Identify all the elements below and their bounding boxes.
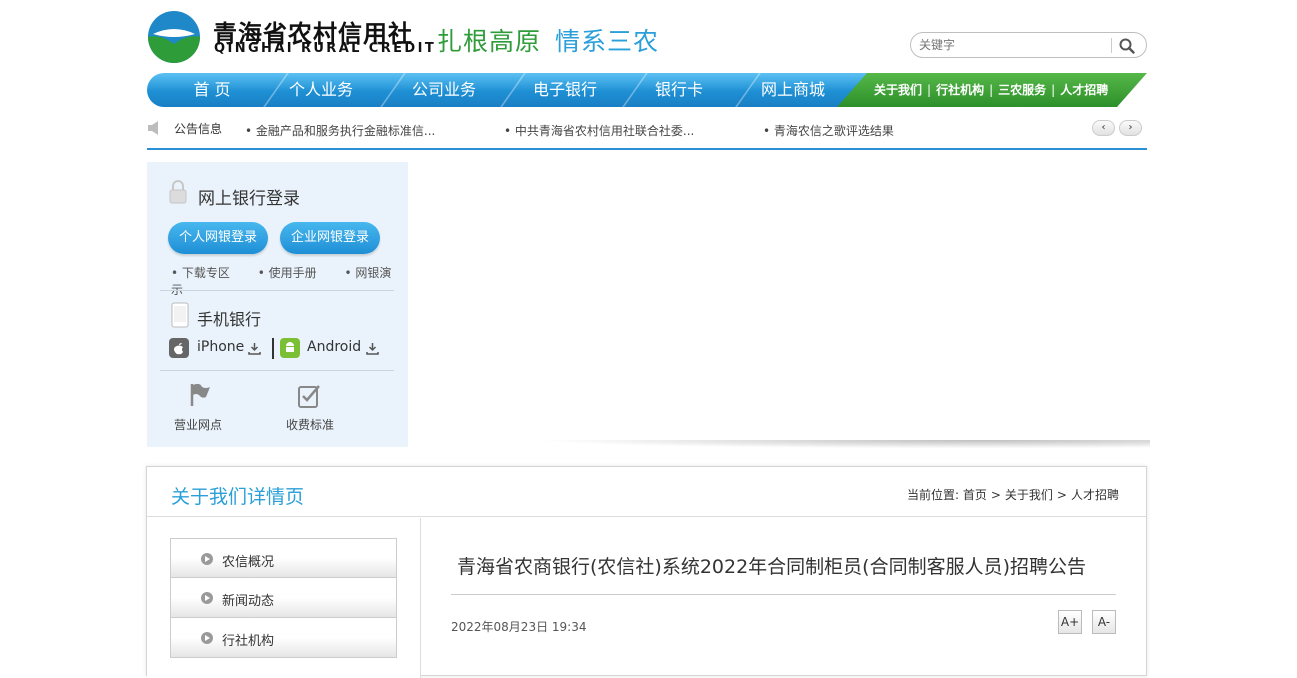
breadcrumb-separator: >	[990, 488, 1001, 502]
notice-item[interactable]: • 金融产品和服务执行金融标准信...	[245, 122, 435, 139]
manual-link-label[interactable]: 使用手册	[269, 266, 317, 280]
notice-bar: 公告信息 • 金融产品和服务执行金融标准信... • 中共青海省农村信用社联合社…	[147, 112, 1147, 150]
panel-divider	[160, 370, 394, 371]
main-nav: 首 页 个人业务 公司业务 电子银行 银行卡 网上商城 关于我们 | 行社机构 | 三农…	[147, 73, 1147, 107]
nav-item-home[interactable]: 首 页	[167, 73, 257, 107]
fees-label[interactable]: 收费标准	[275, 416, 345, 433]
side-item-news[interactable]: 新闻动态	[170, 578, 397, 618]
search-input[interactable]	[919, 36, 1109, 54]
personal-ebank-login-button[interactable]: 个人网银登录	[168, 222, 268, 254]
breadcrumb-separator: >	[1056, 488, 1067, 502]
nav-item-mall[interactable]: 网上商城	[749, 73, 837, 107]
android-label[interactable]: Android	[307, 339, 361, 355]
detail-title: 关于我们详情页	[171, 486, 305, 508]
nav-item-ebank[interactable]: 电子银行	[521, 73, 609, 107]
breadcrumb-about[interactable]: 关于我们	[1005, 488, 1053, 502]
corporate-ebank-login-button[interactable]: 企业网银登录	[280, 222, 380, 254]
nav-separator: |	[989, 83, 994, 97]
nav-link-branches[interactable]: 行社机构	[936, 83, 984, 97]
iphone-label[interactable]: iPhone	[197, 339, 244, 355]
header: 青海省农村信用社 QINGHAI RURAL CREDIT 扎根高原 情系三农	[147, 0, 1147, 70]
lock-icon	[169, 180, 187, 204]
notice-arrows: ‹ ›	[1092, 120, 1142, 137]
breadcrumb-jobs[interactable]: 人才招聘	[1071, 488, 1119, 502]
side-item-label[interactable]: 农信概况	[222, 551, 274, 570]
os-divider	[272, 338, 274, 359]
branches-label[interactable]: 营业网点	[163, 416, 233, 433]
search-divider	[1111, 38, 1112, 53]
ebank-links: • 下载专区 • 使用手册 • 网银演示	[171, 264, 408, 298]
nav-link-agri[interactable]: 三农服务	[998, 83, 1046, 97]
download-icon[interactable]	[248, 342, 261, 355]
side-menu: 农信概况 新闻动态 行社机构	[147, 518, 421, 678]
android-download[interactable]: Android	[307, 339, 361, 355]
nav-item-corporate[interactable]: 公司业务	[400, 73, 488, 107]
panel-divider	[160, 290, 394, 291]
download-link-label[interactable]: 下载专区	[182, 266, 230, 280]
notice-item-text[interactable]: 金融产品和服务执行金融标准信...	[256, 124, 435, 138]
slogan: 扎根高原 情系三农	[437, 22, 659, 58]
search-box	[910, 32, 1147, 58]
logo-icon[interactable]	[147, 10, 201, 64]
nav-separator: |	[1051, 83, 1056, 97]
flag-icon[interactable]	[188, 382, 212, 408]
side-item-overview[interactable]: 农信概况	[170, 538, 397, 578]
breadcrumb-prefix: 当前位置:	[906, 488, 959, 502]
notice-prev-button[interactable]: ‹	[1092, 120, 1115, 136]
article-title: 青海省农商银行(农信社)系统2022年合同制柜员(合同制客服人员)招聘公告	[457, 556, 1087, 578]
notice-item-text[interactable]: 青海农信之歌评选结果	[774, 124, 894, 138]
apple-icon	[169, 338, 189, 358]
logo-title-en: QINGHAI RURAL CREDIT	[214, 41, 437, 56]
nav-right-links: 关于我们 | 行社机构 | 三农服务 | 人才招聘	[874, 73, 1108, 107]
font-decrease-button[interactable]: A-	[1092, 610, 1116, 634]
android-icon	[280, 338, 300, 358]
detail-box: 关于我们详情页 当前位置: 首页 > 关于我们 > 人才招聘 农信概况 新闻动态 行社机…	[146, 466, 1147, 678]
download-icon[interactable]	[366, 342, 379, 355]
fee-icon[interactable]	[297, 383, 323, 409]
slogan-part-a: 扎根高原	[437, 27, 542, 56]
detail-header: 关于我们详情页 当前位置: 首页 > 关于我们 > 人才招聘	[147, 467, 1146, 517]
notice-item[interactable]: • 中共青海省农村信用社联合社委...	[504, 122, 694, 139]
nav-item-personal[interactable]: 个人业务	[277, 73, 365, 107]
nav-item-card[interactable]: 银行卡	[641, 73, 717, 107]
nav-separator: |	[927, 83, 932, 97]
mobile-bank-title: 手机银行	[197, 310, 262, 329]
manual-link[interactable]: • 使用手册	[258, 266, 329, 280]
side-item-label[interactable]: 行社机构	[222, 630, 274, 649]
speaker-icon	[148, 121, 158, 135]
phone-icon	[171, 302, 189, 328]
search-icon[interactable]	[1118, 37, 1136, 55]
nav-link-about[interactable]: 关于我们	[874, 83, 922, 97]
breadcrumb: 当前位置: 首页 > 关于我们 > 人才招聘	[907, 486, 1119, 503]
ebank-login-panel: 网上银行登录 个人网银登录 企业网银登录 • 下载专区 • 使用手册 • 网银演…	[147, 162, 408, 447]
download-link[interactable]: • 下载专区	[171, 266, 242, 280]
banner-shadow	[460, 440, 1150, 450]
notice-item-text[interactable]: 中共青海省农村信用社联合社委...	[515, 124, 694, 138]
slogan-part-b: 情系三农	[555, 27, 660, 56]
breadcrumb-home[interactable]: 首页	[963, 488, 987, 502]
side-item-label[interactable]: 新闻动态	[222, 590, 274, 609]
ebank-login-title: 网上银行登录	[198, 189, 300, 209]
side-item-branches[interactable]: 行社机构	[170, 618, 397, 658]
article-date: 2022年08月23日 19:34	[451, 620, 587, 634]
arrow-circle-icon	[201, 592, 213, 604]
font-increase-button[interactable]: A+	[1058, 610, 1082, 634]
notice-label: 公告信息	[174, 122, 223, 136]
notice-item[interactable]: • 青海农信之歌评选结果	[763, 122, 894, 139]
nav-link-jobs[interactable]: 人才招聘	[1060, 83, 1108, 97]
iphone-download[interactable]: iPhone	[197, 339, 244, 355]
notice-next-button[interactable]: ›	[1119, 120, 1142, 136]
article-divider	[451, 594, 1116, 595]
arrow-circle-icon	[201, 553, 213, 565]
arrow-circle-icon	[201, 632, 213, 644]
